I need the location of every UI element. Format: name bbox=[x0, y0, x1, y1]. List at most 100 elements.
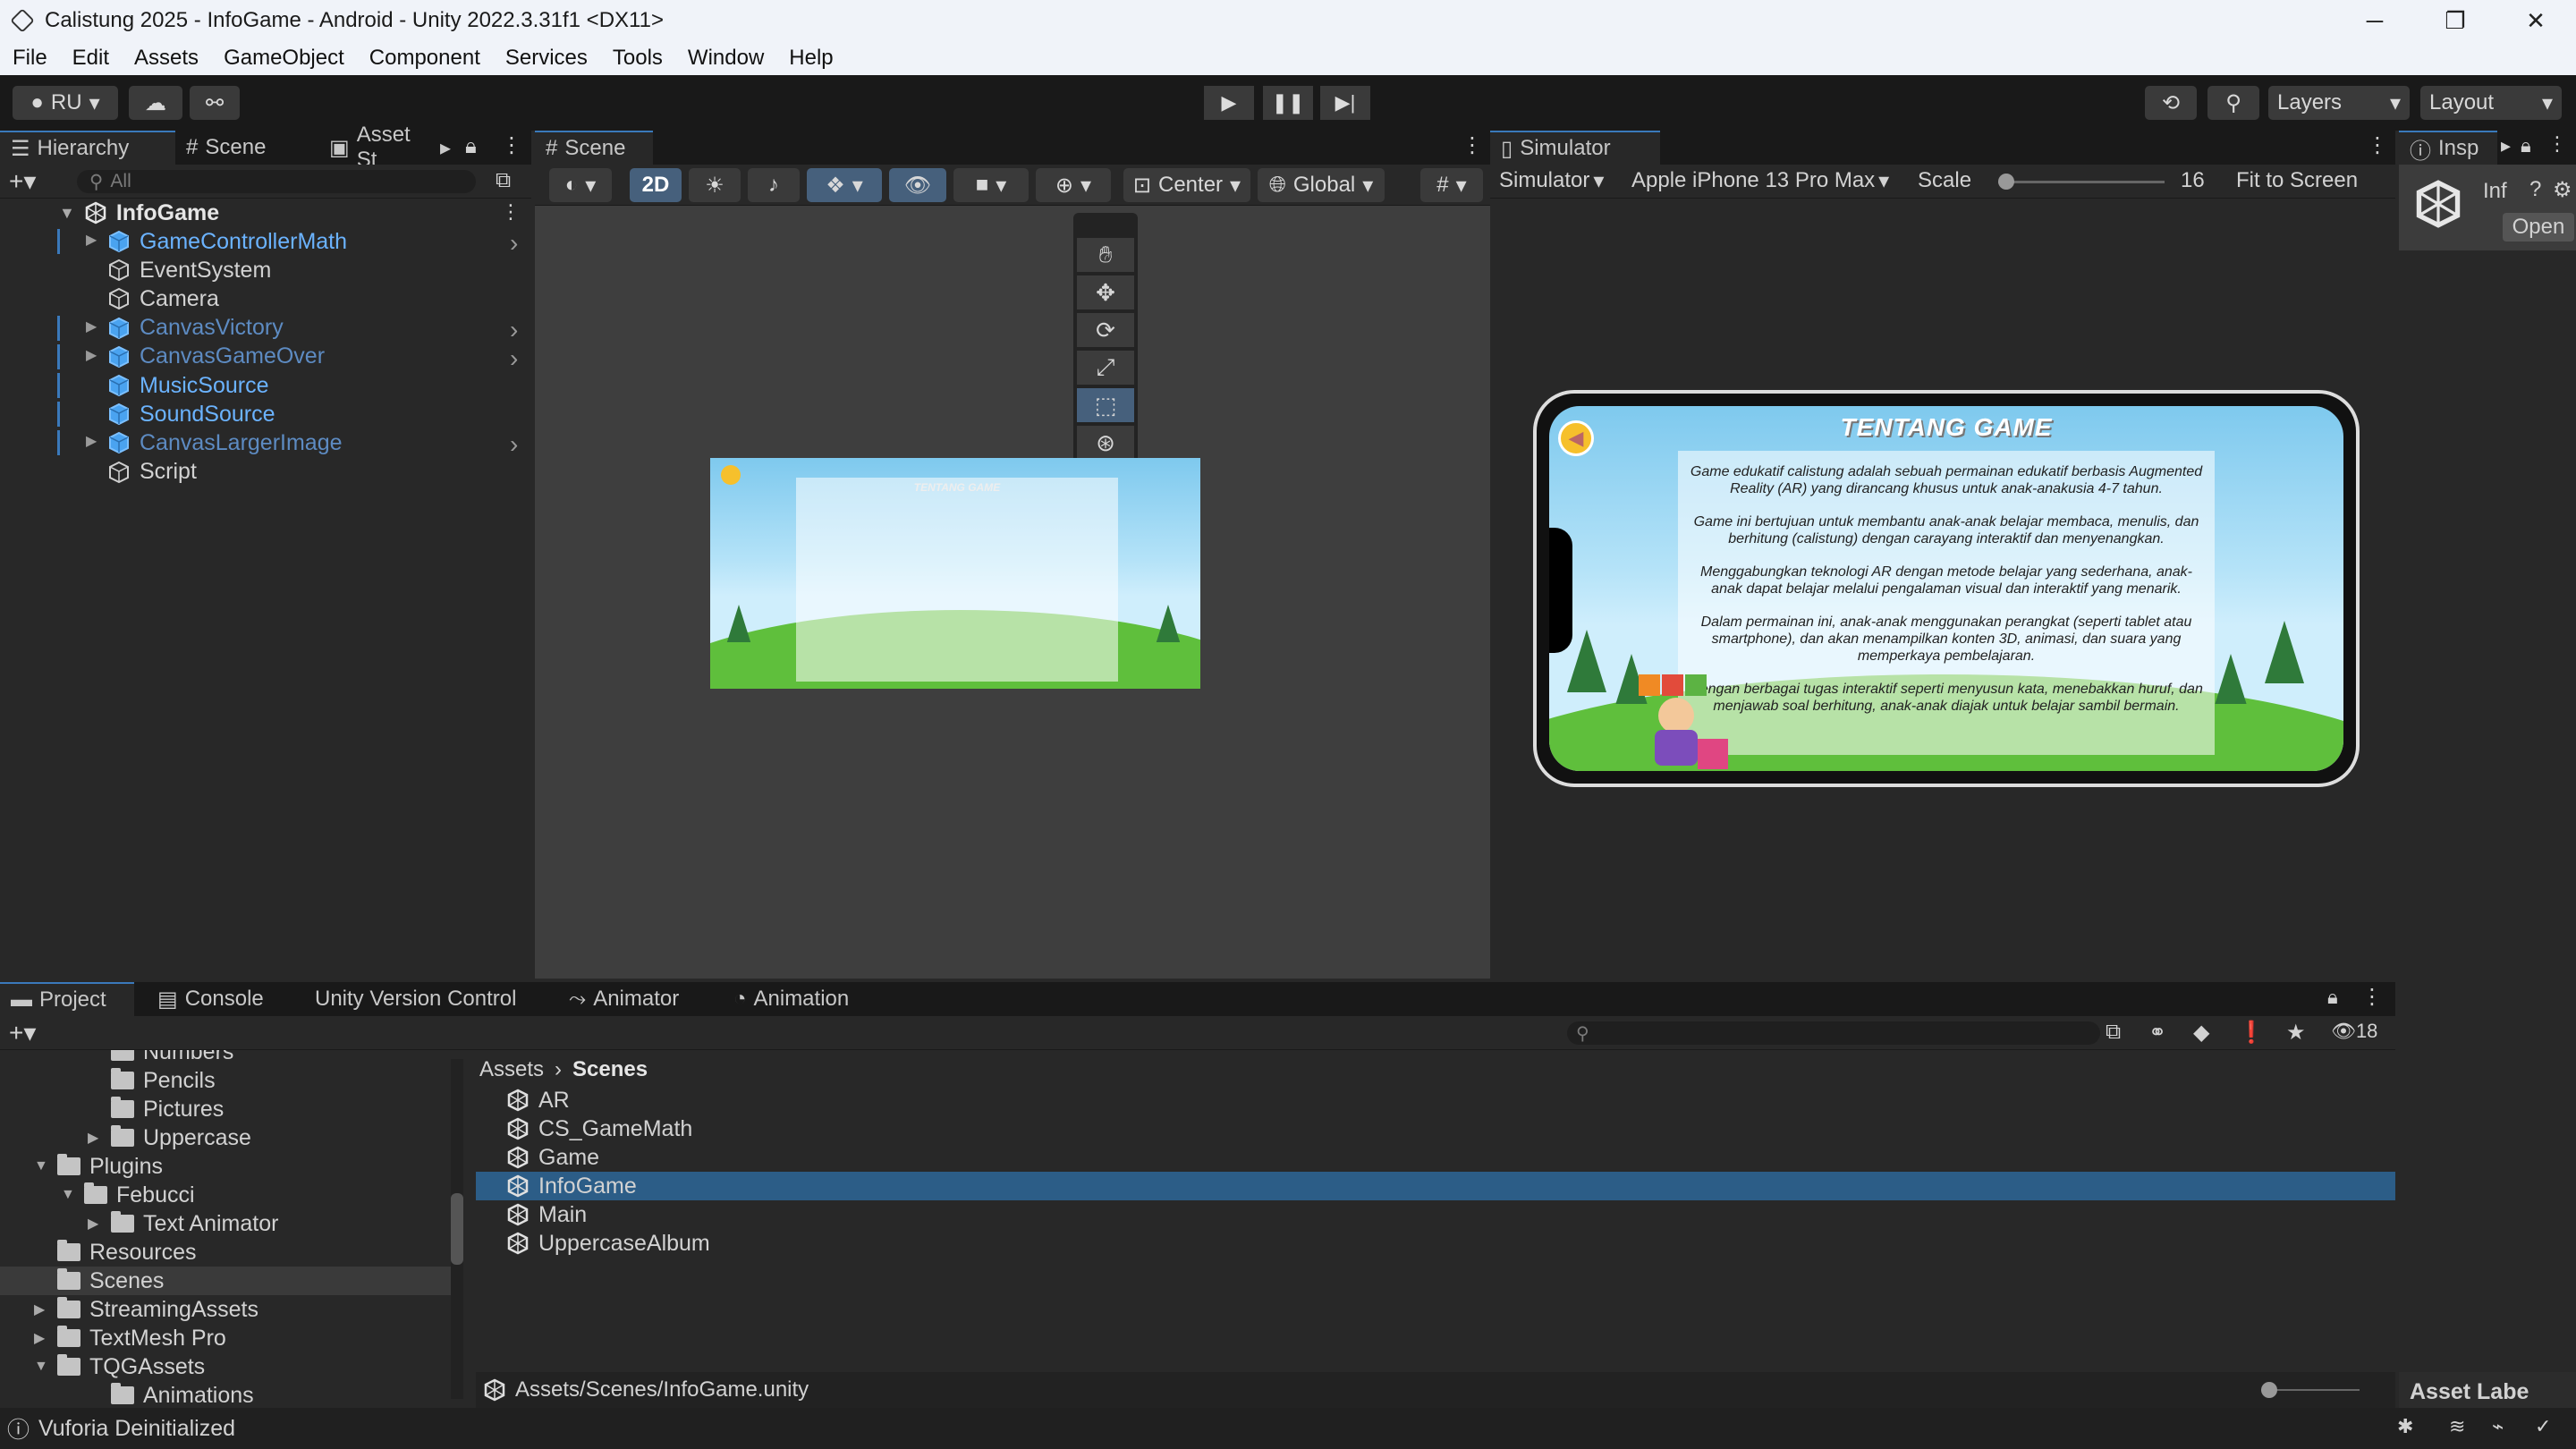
gizmos-dropdown[interactable]: ⊕ ▾ bbox=[1036, 168, 1111, 202]
more-icon[interactable]: ⋮ bbox=[1462, 132, 1483, 158]
folder-tree-item[interactable]: ▼ Febucci bbox=[61, 1181, 195, 1209]
filter-icon[interactable]: ⧉ bbox=[496, 168, 511, 193]
project-search-input[interactable]: ⚲ bbox=[1567, 1021, 2100, 1045]
tab-asset-store[interactable]: ▣ Asset St ▸ bbox=[318, 123, 462, 172]
tab-scene-secondary[interactable]: # Scene bbox=[175, 131, 318, 165]
chevron-right-icon[interactable]: › bbox=[510, 316, 518, 344]
scene-file-item[interactable]: UppercaseAlbum bbox=[476, 1229, 2395, 1258]
warning-filter-icon[interactable]: ❗ bbox=[2238, 1020, 2265, 1046]
menu-window[interactable]: Window bbox=[688, 46, 764, 71]
breadcrumb-assets[interactable]: Assets bbox=[479, 1057, 544, 1082]
chevron-right-icon[interactable]: › bbox=[510, 344, 518, 373]
check-icon[interactable]: ✓ bbox=[2535, 1415, 2551, 1438]
folder-tree-item[interactable]: Pencils bbox=[111, 1066, 216, 1095]
more-icon[interactable]: ⋮ bbox=[2547, 132, 2567, 156]
folder-tree-item[interactable]: ▶ StreamingAssets bbox=[34, 1295, 258, 1324]
folder-tree-item[interactable]: Numbers bbox=[111, 1050, 233, 1066]
step-button[interactable]: ▶| bbox=[1320, 86, 1370, 120]
tab-inspector[interactable]: ⓘ Insp bbox=[2399, 131, 2497, 165]
hierarchy-item[interactable]: Camera bbox=[107, 284, 219, 313]
menu-file[interactable]: File bbox=[13, 46, 47, 71]
tree-scrollbar[interactable] bbox=[451, 1059, 463, 1399]
hierarchy-search-input[interactable]: ⚲ All bbox=[77, 170, 476, 193]
scene-file-item[interactable]: Main bbox=[476, 1200, 2395, 1229]
search-button[interactable]: ⚲ bbox=[2207, 86, 2259, 120]
lighting-toggle[interactable]: ☀ bbox=[689, 168, 741, 202]
folder-tree-item[interactable]: Scenes bbox=[57, 1267, 164, 1295]
debug-icon[interactable]: ✱ bbox=[2397, 1415, 2413, 1438]
lock-icon[interactable]: 🔒︎ bbox=[2327, 986, 2338, 1009]
visibility-toggle[interactable]: 👁︎ bbox=[889, 168, 946, 202]
camera-dropdown[interactable]: ■ ▾ bbox=[953, 168, 1029, 202]
breadcrumb-scenes[interactable]: Scenes bbox=[572, 1057, 648, 1082]
expand-icon[interactable]: ▶ bbox=[86, 318, 97, 335]
hierarchy-item[interactable]: CanvasGameOver bbox=[107, 343, 325, 371]
hierarchy-item[interactable]: SoundSource bbox=[107, 400, 275, 428]
expand-down-icon[interactable]: ▼ bbox=[34, 1158, 48, 1174]
grid-snap-dropdown[interactable]: # ▾ bbox=[1420, 168, 1483, 202]
tab-hierarchy[interactable]: ☰ Hierarchy bbox=[0, 131, 175, 165]
hierarchy-item[interactable]: Script bbox=[107, 458, 197, 487]
menu-tools[interactable]: Tools bbox=[613, 46, 663, 71]
folder-tree-item[interactable]: Animations bbox=[111, 1381, 254, 1408]
menu-edit[interactable]: Edit bbox=[72, 46, 109, 71]
scale-slider-thumb[interactable] bbox=[1998, 174, 2014, 190]
hierarchy-root-scene[interactable]: ▼ InfoGame bbox=[59, 199, 219, 227]
label-filter-icon[interactable]: ◆ bbox=[2193, 1020, 2209, 1046]
hand-tool-button[interactable]: ✋︎ bbox=[1077, 238, 1134, 272]
lock-icon[interactable]: 🔒︎ bbox=[465, 134, 477, 159]
icon-size-slider[interactable] bbox=[2261, 1382, 2360, 1398]
draw-mode-dropdown[interactable]: ◐ ▾ bbox=[549, 168, 612, 202]
scale-slider[interactable] bbox=[1998, 174, 2165, 190]
effects-toggle[interactable]: ❖ ▾ bbox=[807, 168, 882, 202]
expand-down-icon[interactable]: ▼ bbox=[34, 1359, 48, 1375]
rotate-tool-button[interactable]: ⟳ bbox=[1077, 313, 1134, 347]
folder-tree-item[interactable]: Pictures bbox=[111, 1095, 224, 1123]
move-tool-button[interactable]: ✥ bbox=[1077, 275, 1134, 309]
scene-file-item[interactable]: AR bbox=[476, 1086, 2395, 1114]
scene-canvas-preview[interactable]: TENTANG GAME bbox=[710, 458, 1200, 689]
folder-tree-item[interactable]: Resources bbox=[57, 1238, 197, 1267]
transform-tool-button[interactable]: ⊛ bbox=[1077, 426, 1134, 460]
tab-project[interactable]: ▬ Project bbox=[0, 982, 134, 1016]
folder-tree-item[interactable]: ▼ TQGAssets bbox=[34, 1352, 205, 1381]
hierarchy-item[interactable]: MusicSource bbox=[107, 371, 269, 400]
scene-file-item[interactable]: InfoGame bbox=[476, 1172, 2395, 1200]
hierarchy-item[interactable]: CanvasVictory bbox=[107, 314, 284, 343]
chevron-right-icon[interactable]: ▸ bbox=[2501, 134, 2511, 157]
play-button[interactable]: ▶ bbox=[1204, 86, 1254, 120]
expand-icon[interactable]: ▶ bbox=[86, 231, 97, 249]
collab-button[interactable]: ⚯ bbox=[190, 86, 240, 120]
hierarchy-item[interactable]: EventSystem bbox=[107, 256, 271, 284]
add-icon[interactable]: +▾ bbox=[9, 1018, 36, 1047]
type-filter-icon[interactable]: ⚭ bbox=[2148, 1020, 2166, 1046]
lock-icon[interactable]: 🔒︎ bbox=[2521, 134, 2531, 157]
settings-icon[interactable]: ⚙ bbox=[2553, 177, 2572, 203]
account-dropdown[interactable]: ● RU ▾ bbox=[13, 86, 118, 120]
menu-component[interactable]: Component bbox=[369, 46, 480, 71]
open-button[interactable]: Open bbox=[2503, 213, 2574, 242]
help-icon[interactable]: ? bbox=[2529, 177, 2541, 202]
more-icon[interactable]: ⋮ bbox=[2361, 984, 2383, 1010]
scene-file-item[interactable]: Game bbox=[476, 1143, 2395, 1172]
pivot-dropdown[interactable]: ⊡ Center ▾ bbox=[1123, 168, 1250, 202]
layers-dropdown[interactable]: Layers ▾ bbox=[2268, 86, 2410, 120]
expand-right-icon[interactable]: ▶ bbox=[34, 1329, 45, 1347]
status-message[interactable]: Vuforia Deinitialized bbox=[38, 1416, 235, 1442]
expand-right-icon[interactable]: ▶ bbox=[34, 1301, 45, 1318]
tab-console[interactable]: ▤ Console bbox=[147, 982, 281, 1016]
device-dropdown[interactable]: Apple iPhone 13 Pro Max ▾ bbox=[1631, 168, 1889, 194]
toggle-2d-button[interactable]: 2D bbox=[630, 168, 682, 202]
back-button[interactable]: ◀ bbox=[1558, 420, 1594, 456]
cloud-button[interactable]: ☁ bbox=[129, 86, 182, 120]
minimize-icon[interactable]: ─ bbox=[2334, 7, 2415, 35]
scale-tool-button[interactable]: ⤢ bbox=[1077, 351, 1134, 385]
more-icon[interactable]: ⋮ bbox=[501, 200, 521, 224]
layers-status-icon[interactable]: ≋ bbox=[2449, 1415, 2465, 1438]
more-icon[interactable]: ⋮ bbox=[2367, 132, 2388, 158]
menu-services[interactable]: Services bbox=[505, 46, 588, 71]
more-icon[interactable]: ⋮ bbox=[501, 132, 522, 158]
expand-icon[interactable]: ▶ bbox=[86, 432, 97, 450]
pause-button[interactable]: ❚❚ bbox=[1263, 86, 1313, 120]
history-button[interactable]: ⟲ bbox=[2145, 86, 2197, 120]
